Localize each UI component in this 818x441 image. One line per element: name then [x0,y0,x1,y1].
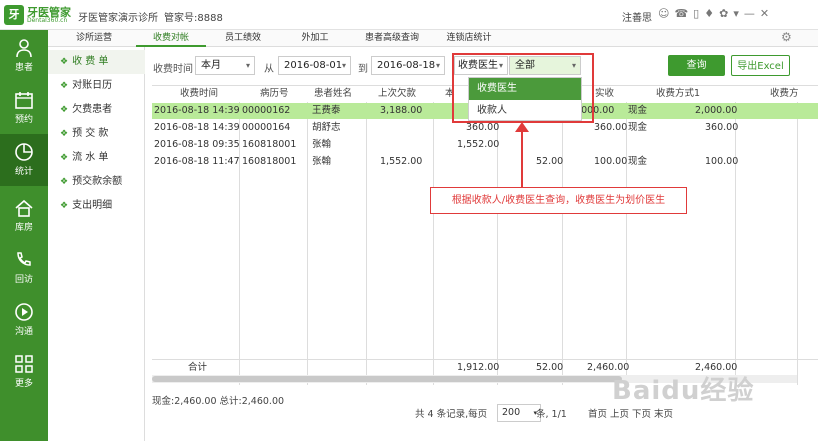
payment-summary: 现金:2,460.00 总计:2,460.00 [152,396,285,407]
subnav-item-expenses[interactable]: ❖ 支出明细 [48,194,145,218]
tab-outsourcing[interactable]: 外加工 [280,30,350,47]
sidebar-label: 统计 [14,167,33,177]
diamond-icon: ❖ [60,81,69,91]
diamond-icon: ❖ [60,177,69,187]
sidebar-label: 患者 [14,63,33,73]
chevron-down-icon: ▾ [245,61,250,70]
chevron-down-icon: ▾ [435,61,440,70]
phone-icon [12,250,36,270]
annotation-callout: 根据收款人/收费医生查询，收费医生为划价医生 [430,187,687,214]
sidebar-item-appointments[interactable]: 预约 [0,82,48,130]
annotation-arrow-line [521,128,523,188]
skin-icon[interactable]: ✿ [719,7,728,20]
play-circle-icon [12,302,36,322]
sidebar-label: 回访 [14,275,33,285]
table-row[interactable]: 2016-08-18 11:47 160818001 张翰 1,552.00 5… [152,154,818,170]
window-title: 牙医管家演示诊所 [78,13,158,24]
column-header[interactable]: 收费方式1 [656,86,700,102]
minimize-icon[interactable]: — [744,7,755,20]
diamond-icon: ❖ [60,201,69,211]
sidebar-item-patients[interactable]: 患者 [0,30,48,78]
pager-navigation[interactable]: 首页 上页 下页 末页 [588,406,673,420]
tab-staff-performance[interactable]: 员工绩效 [208,30,278,47]
bell-icon[interactable]: ♦ [704,7,714,20]
watermark: Baidu经验 [612,376,755,406]
diamond-icon: ❖ [60,153,69,163]
chat-icon[interactable]: ☺ [658,7,669,20]
subnav-item-prepay-balance[interactable]: ❖ 预交款余额 [48,170,145,194]
diamond-icon: ❖ [60,105,69,115]
receipts-table: 收费时间 病历号 患者姓名 上次欠款 本 实收 收费方式1 收费方 2016-0… [152,85,818,385]
subnav-item-calendar[interactable]: ❖ 对账日历 [48,74,145,98]
from-label: 从 [264,64,274,75]
subnav-item-receipts[interactable]: ❖ 收 费 单 [48,50,145,74]
sub-navigation: ❖ 收 费 单 ❖ 对账日历 ❖ 欠费患者 ❖ 预 交 款 ❖ 流 水 单 ❖ 预交款余额 … [48,30,145,441]
home-icon [12,198,36,218]
tab-patient-search[interactable]: 患者高级查询 [352,30,432,47]
sidebar-item-statistics[interactable]: 统计 [0,134,48,186]
diamond-icon: ❖ [60,57,69,67]
column-header[interactable]: 收费时间 [180,86,218,102]
scrollbar-thumb[interactable] [152,376,622,382]
close-icon[interactable]: ✕ [760,7,769,20]
annotation-highlight-box [452,53,594,123]
sidebar-item-followup[interactable]: 回访 [0,242,48,290]
sidebar-label: 预约 [14,115,33,125]
tab-bar: 诊所运营 收费对帐 员工绩效 外加工 患者高级查询 连锁店统计 [48,30,818,47]
column-header[interactable]: 患者姓名 [314,86,352,102]
grid-icon [12,354,36,374]
logo-mark: 牙 [4,5,24,25]
from-date-input[interactable]: 2016-08-01 ▾ [278,56,351,75]
to-label: 到 [358,64,368,75]
query-button[interactable]: 查询 [668,55,725,76]
tab-clinic-ops[interactable]: 诊所运营 [54,30,134,47]
sidebar-label: 库房 [14,223,33,233]
tab-chain-stats[interactable]: 连锁店统计 [434,30,504,47]
period-select[interactable]: 本月 ▾ [195,56,255,75]
sidebar-item-more[interactable]: 更多 [0,346,48,394]
tab-billing[interactable]: 收费对帐 [136,30,206,47]
column-header[interactable]: 病历号 [260,86,289,102]
subnav-item-prepayment[interactable]: ❖ 预 交 款 [48,122,145,146]
column-header[interactable]: 实收 [595,86,614,102]
main-sidebar: 患者 预约 统计 库房 回访 沟通 更多 [0,30,48,441]
title-bar: 牙 牙医管家 Dental360.cn 牙医管家演示诊所 管家号:8888 注善… [0,0,818,30]
phone-icon[interactable]: ☎ [674,7,688,20]
table-row[interactable]: 2016-08-18 09:35 160818001 张翰 1,552.00 [152,137,818,153]
logo-name: 牙医管家 [27,5,71,19]
sidebar-label: 更多 [14,379,33,389]
user-name[interactable]: 注善思 [622,9,652,24]
sidebar-label: 沟通 [14,327,33,337]
pie-chart-icon [12,142,36,162]
mobile-icon[interactable]: ▯ [693,7,699,20]
subnav-item-ledger[interactable]: ❖ 流 水 单 [48,146,145,170]
app-logo: 牙 牙医管家 Dental360.cn [4,4,72,26]
menu-icon[interactable]: ▾ [733,7,739,20]
pager-count: 条, 1/1 [536,409,567,420]
calendar-icon [12,90,36,110]
pager-info: 共 4 条记录,每页 [415,409,488,420]
chevron-down-icon: ▾ [341,61,346,70]
column-header[interactable]: 上次欠款 [378,86,416,102]
person-icon [12,38,36,58]
time-label: 收费时间 [153,64,193,75]
sidebar-item-warehouse[interactable]: 库房 [0,190,48,238]
logo-sub: Dental360.cn [27,16,68,24]
to-date-input[interactable]: 2016-08-18 ▾ [371,56,445,75]
account-number: 管家号:8888 [164,13,223,24]
export-excel-button[interactable]: 导出Excel [731,55,790,76]
page-size-select[interactable]: 200 ▾ [497,404,541,422]
gear-icon[interactable]: ⚙ [781,30,792,44]
subnav-item-debtors[interactable]: ❖ 欠费患者 [48,98,145,122]
diamond-icon: ❖ [60,129,69,139]
sidebar-item-communication[interactable]: 沟通 [0,294,48,342]
column-header[interactable]: 收费方 [770,86,799,102]
